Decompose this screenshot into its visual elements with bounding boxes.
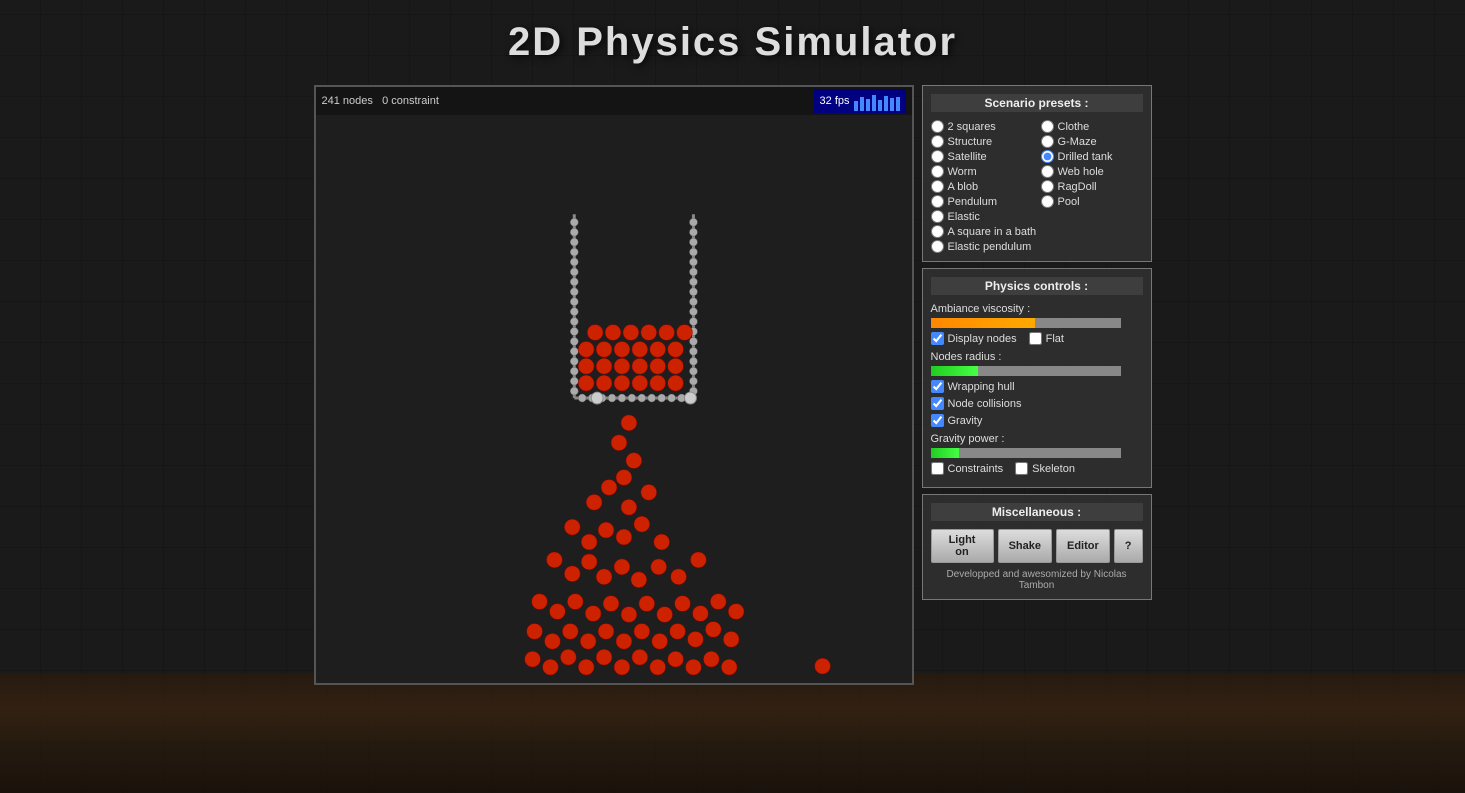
misc-title: Miscellaneous : — [931, 503, 1143, 521]
constraints-label: Constraints — [948, 463, 1004, 475]
scenario-pool-label: Pool — [1058, 196, 1080, 208]
scenario-worm[interactable]: Worm — [931, 165, 1033, 178]
scenario-pool[interactable]: Pool — [1041, 195, 1143, 208]
scenario-drilledtank[interactable]: Drilled tank — [1041, 150, 1143, 163]
scenario-gmaze[interactable]: G-Maze — [1041, 135, 1143, 148]
credit-text: Developped and awesomized by Nicolas Tam… — [931, 569, 1143, 591]
misc-buttons: Light on Shake Editor ? — [931, 529, 1143, 563]
physics-controls-title: Physics controls : — [931, 277, 1143, 295]
node-collisions-label: Node collisions — [948, 398, 1022, 410]
scenario-2squares-label: 2 squares — [948, 121, 996, 133]
wrapping-hull-label: Wrapping hull — [948, 381, 1015, 393]
light-on-button[interactable]: Light on — [931, 529, 994, 563]
ambiance-viscosity-slider[interactable] — [931, 318, 1121, 328]
wrapping-hull-checkbox-item[interactable]: Wrapping hull — [931, 380, 1015, 393]
simulation-viewport[interactable] — [316, 115, 912, 685]
node-collisions-checkbox-item[interactable]: Node collisions — [931, 397, 1022, 410]
flat-checkbox[interactable] — [1029, 332, 1042, 345]
wrapping-hull-checkbox[interactable] — [931, 380, 944, 393]
scenario-elastic-radio[interactable] — [931, 210, 944, 223]
scenario-ablob-label: A blob — [948, 181, 979, 193]
scenario-drilledtank-radio[interactable] — [1041, 150, 1054, 163]
scenario-worm-radio[interactable] — [931, 165, 944, 178]
scenario-gmaze-label: G-Maze — [1058, 136, 1097, 148]
nodes-label: 241 nodes 0 constraint — [322, 95, 439, 107]
scenario-drilledtank-label: Drilled tank — [1058, 151, 1113, 163]
scenario-clothe-radio[interactable] — [1041, 120, 1054, 133]
constraints-checkbox[interactable] — [931, 462, 944, 475]
scenario-gmaze-radio[interactable] — [1041, 135, 1054, 148]
scenario-webhole-radio[interactable] — [1041, 165, 1054, 178]
scenario-satellite-radio[interactable] — [931, 150, 944, 163]
gravity-checkbox[interactable] — [931, 414, 944, 427]
scenario-asquareinabath[interactable]: A square in a bath — [931, 225, 1143, 238]
scenario-elastic[interactable]: Elastic — [931, 210, 1033, 223]
gravity-power-slider[interactable] — [931, 448, 1121, 458]
scenario-elasticpendulum-radio[interactable] — [931, 240, 944, 253]
scenario-clothe-label: Clothe — [1058, 121, 1090, 133]
scenario-grid: 2 squares Clothe Structure G-Maze — [931, 120, 1143, 253]
scenario-structure-radio[interactable] — [931, 135, 944, 148]
misc-section: Miscellaneous : Light on Shake Editor ? … — [922, 494, 1152, 600]
scenario-2squares[interactable]: 2 squares — [931, 120, 1033, 133]
scenario-worm-label: Worm — [948, 166, 977, 178]
scenario-presets-section: Scenario presets : 2 squares Clothe Stru… — [922, 85, 1152, 262]
scenario-pendulum-radio[interactable] — [931, 195, 944, 208]
app-title: 2D Physics Simulator — [508, 20, 957, 65]
flat-checkbox-item[interactable]: Flat — [1029, 332, 1064, 345]
nodes-radius-slider[interactable] — [931, 366, 1121, 376]
scenario-ragdoll[interactable]: RagDoll — [1041, 180, 1143, 193]
gravity-label: Gravity — [948, 415, 983, 427]
help-button[interactable]: ? — [1114, 529, 1143, 563]
scenario-presets-title: Scenario presets : — [931, 94, 1143, 112]
display-nodes-label: Display nodes — [948, 333, 1017, 345]
node-collisions-checkbox[interactable] — [931, 397, 944, 410]
scenario-pool-radio[interactable] — [1041, 195, 1054, 208]
scenario-ragdoll-radio[interactable] — [1041, 180, 1054, 193]
scenario-satellite[interactable]: Satellite — [931, 150, 1033, 163]
skeleton-label: Skeleton — [1032, 463, 1075, 475]
display-nodes-checkbox-item[interactable]: Display nodes — [931, 332, 1017, 345]
scenario-ragdoll-label: RagDoll — [1058, 181, 1097, 193]
skeleton-checkbox-item[interactable]: Skeleton — [1015, 462, 1075, 475]
constraints-checkbox-item[interactable]: Constraints — [931, 462, 1004, 475]
scenario-ablob[interactable]: A blob — [931, 180, 1033, 193]
shake-button[interactable]: Shake — [998, 529, 1052, 563]
scenario-pendulum-label: Pendulum — [948, 196, 998, 208]
display-nodes-checkbox[interactable] — [931, 332, 944, 345]
scenario-webhole[interactable]: Web hole — [1041, 165, 1143, 178]
scenario-elasticpendulum[interactable]: Elastic pendulum — [931, 240, 1143, 253]
scenario-satellite-label: Satellite — [948, 151, 987, 163]
scenario-asquareinabath-radio[interactable] — [931, 225, 944, 238]
scenario-ablob-radio[interactable] — [931, 180, 944, 193]
editor-button[interactable]: Editor — [1056, 529, 1110, 563]
scenario-structure-label: Structure — [948, 136, 993, 148]
scenario-webhole-label: Web hole — [1058, 166, 1104, 178]
scenario-pendulum[interactable]: Pendulum — [931, 195, 1033, 208]
scenario-clothe[interactable]: Clothe — [1041, 120, 1143, 133]
gravity-power-label: Gravity power : — [931, 433, 1143, 445]
physics-controls-section: Physics controls : Ambiance viscosity : … — [922, 268, 1152, 488]
scenario-2squares-radio[interactable] — [931, 120, 944, 133]
scenario-elasticpendulum-label: Elastic pendulum — [948, 241, 1032, 253]
scenario-asquareinabath-label: A square in a bath — [948, 226, 1037, 238]
scenario-elastic-label: Elastic — [948, 211, 980, 223]
fps-display: 32 fps — [814, 89, 906, 113]
nodes-radius-label: Nodes radius : — [931, 351, 1143, 363]
ambiance-viscosity-label: Ambiance viscosity : — [931, 303, 1143, 315]
gravity-checkbox-item[interactable]: Gravity — [931, 414, 983, 427]
skeleton-checkbox[interactable] — [1015, 462, 1028, 475]
right-panel: Scenario presets : 2 squares Clothe Stru… — [922, 85, 1152, 600]
simulator-canvas-area[interactable]: 241 nodes 0 constraint 32 fps — [314, 85, 914, 685]
scenario-structure[interactable]: Structure — [931, 135, 1033, 148]
flat-label: Flat — [1046, 333, 1064, 345]
